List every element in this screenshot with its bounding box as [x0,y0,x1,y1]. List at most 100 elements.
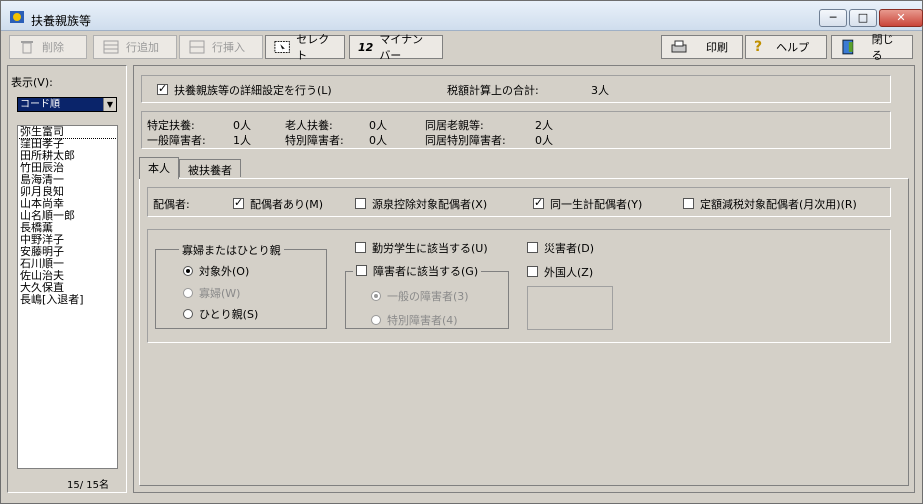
close-window-button[interactable]: ✕ [879,9,923,27]
cohabit-elderly-label: 同居老親等: [425,119,484,132]
employee-list-item[interactable]: 石川順一 [18,258,117,270]
disabled-checkbox[interactable]: 障害者に該当する(G) [353,263,482,279]
delete-button[interactable]: 削除 [9,35,87,59]
app-icon [10,11,24,23]
cohabit-special-label: 同居特別障害者: [425,134,506,147]
tax-total-label: 税額計算上の合計: [447,84,539,97]
general-disabled-value: 1人 [233,134,251,147]
add-row-label: 行追加 [126,41,159,54]
app-window: 扶養親族等 ─ □ ✕ 削除 行追加 行挿入 セレクト 12 マイナンバー 印刷 [0,0,923,504]
radio-icon [183,266,193,276]
employee-list-item[interactable]: 大久保直 [18,282,117,294]
fixed-reduction-label: 定額減税対象配偶者(月次用)(R) [700,198,857,211]
general-disabled-radio[interactable]: 一般の障害者(3) [371,288,469,304]
checkbox-icon [533,196,544,209]
add-row-button[interactable]: 行追加 [93,35,177,59]
spouse-label: 配偶者: [153,198,190,211]
checkbox-icon [157,82,168,95]
checkbox-icon [356,265,367,276]
detail-setting-label: 扶養親族等の詳細設定を行う(L) [174,84,332,97]
tab-self[interactable]: 本人 [139,157,179,179]
employee-list-item[interactable]: 佐山治夫 [18,270,117,282]
special-disabled-value: 0人 [369,134,387,147]
widow-group-title: 寡婦またはひとり親 [179,242,284,258]
working-student-label: 勤労学生に該当する(U) [372,242,488,255]
foreigner-checkbox[interactable]: 外国人(Z) [527,264,593,280]
maximize-button[interactable]: □ [849,9,877,27]
disaster-checkbox[interactable]: 災害者(D) [527,240,594,256]
checkbox-icon [683,198,694,209]
detail-setting-checkbox[interactable]: 扶養親族等の詳細設定を行う(L) [157,82,332,98]
employee-list-item[interactable]: 弥生富司 [18,126,117,139]
mynumber-icon: 12 [358,40,374,54]
radio-icon [371,315,381,325]
checkbox-icon [355,198,366,209]
employee-list-item[interactable]: 島海清一 [18,174,117,186]
checkbox-icon [527,266,538,277]
add-row-icon [103,40,119,54]
radio-icon [183,309,193,319]
special-dependent-value: 0人 [233,119,251,132]
employee-list-item[interactable]: 山名順一郎 [18,210,117,222]
special-disabled-label: 特別障害者: [285,134,344,147]
close-label: 閉じる [871,33,894,62]
toolbar: 削除 行追加 行挿入 セレクト 12 マイナンバー 印刷 ? ヘルプ 閉じる [1,32,922,62]
same-household-checkbox[interactable]: 同一生計配偶者(Y) [533,196,642,212]
exit-door-icon [842,39,854,55]
employee-list-item[interactable]: 竹田辰治 [18,162,117,174]
widow-label: 寡婦(W) [199,287,241,300]
printer-icon [671,40,687,53]
help-button[interactable]: ? ヘルプ [745,35,827,59]
delete-label: 削除 [42,41,64,54]
employee-list-item[interactable]: 山本尚幸 [18,198,117,210]
display-order-select[interactable]: コード順 ▼ [17,97,117,112]
title-bar: 扶養親族等 ─ □ ✕ [1,1,923,31]
select-label: セレクト [296,33,330,62]
special-disabled-radio[interactable]: 特別障害者(4) [371,312,458,328]
employee-list-item[interactable]: 長橋薫 [18,222,117,234]
checkbox-icon [355,242,366,253]
general-disabled-label: 一般障害者: [147,134,206,147]
close-button[interactable]: 閉じる [831,33,913,62]
window-title: 扶養親族等 [31,14,92,28]
print-label: 印刷 [706,41,728,54]
widow-radio[interactable]: 寡婦(W) [183,285,240,301]
withholding-spouse-label: 源泉控除対象配偶者(X) [372,198,488,211]
radio-icon [371,291,381,301]
print-button[interactable]: 印刷 [661,35,743,59]
radio-icon [183,288,193,298]
working-student-checkbox[interactable]: 勤労学生に該当する(U) [355,240,488,256]
checkbox-icon [527,242,538,253]
special-dependent-label: 特定扶養: [147,119,195,132]
insert-row-button[interactable]: 行挿入 [179,35,263,59]
employee-list-item[interactable]: 窪田孝子 [18,138,117,150]
employee-list[interactable]: 弥生富司 窪田孝子 田所耕太郎 竹田辰治 島海清一 卯月良知 山本尚幸 山名順一郎 長橋薫 中野洋… [17,125,118,469]
disabled-label: 障害者に該当する(G) [373,265,479,278]
employee-list-item[interactable]: 田所耕太郎 [18,150,117,162]
help-icon: ? [754,39,763,55]
not-applicable-radio[interactable]: 対象外(O) [183,263,249,279]
list-count: 15/ 15名 [67,480,109,491]
elderly-dependent-label: 老人扶養: [285,119,333,132]
elderly-dependent-value: 0人 [369,119,387,132]
fixed-reduction-checkbox[interactable]: 定額減税対象配偶者(月次用)(R) [683,196,857,212]
single-parent-radio[interactable]: ひとり親(S) [183,306,258,322]
employee-list-item[interactable]: 卯月良知 [18,186,117,198]
chevron-down-icon[interactable]: ▼ [103,98,116,111]
employee-list-item[interactable]: 安藤明子 [18,246,117,258]
employee-list-item[interactable]: 長嶋[入退者] [18,294,117,306]
withholding-spouse-checkbox[interactable]: 源泉控除対象配偶者(X) [355,196,487,212]
mynumber-button[interactable]: 12 マイナンバー [349,33,443,62]
has-spouse-checkbox[interactable]: 配偶者あり(M) [233,196,323,212]
display-label: 表示(V): [11,76,53,89]
display-order-value: コード順 [20,99,60,110]
tab-dependents[interactable]: 被扶養者 [179,159,241,177]
insert-row-icon [189,40,205,54]
employee-list-item[interactable]: 中野洋子 [18,234,117,246]
cohabit-elderly-value: 2人 [535,119,553,132]
tax-total-value: 3人 [591,84,609,97]
not-applicable-label: 対象外(O) [199,265,250,278]
minimize-button[interactable]: ─ [819,9,847,27]
foreigner-detail-box [527,286,613,330]
select-button[interactable]: セレクト [265,33,345,62]
